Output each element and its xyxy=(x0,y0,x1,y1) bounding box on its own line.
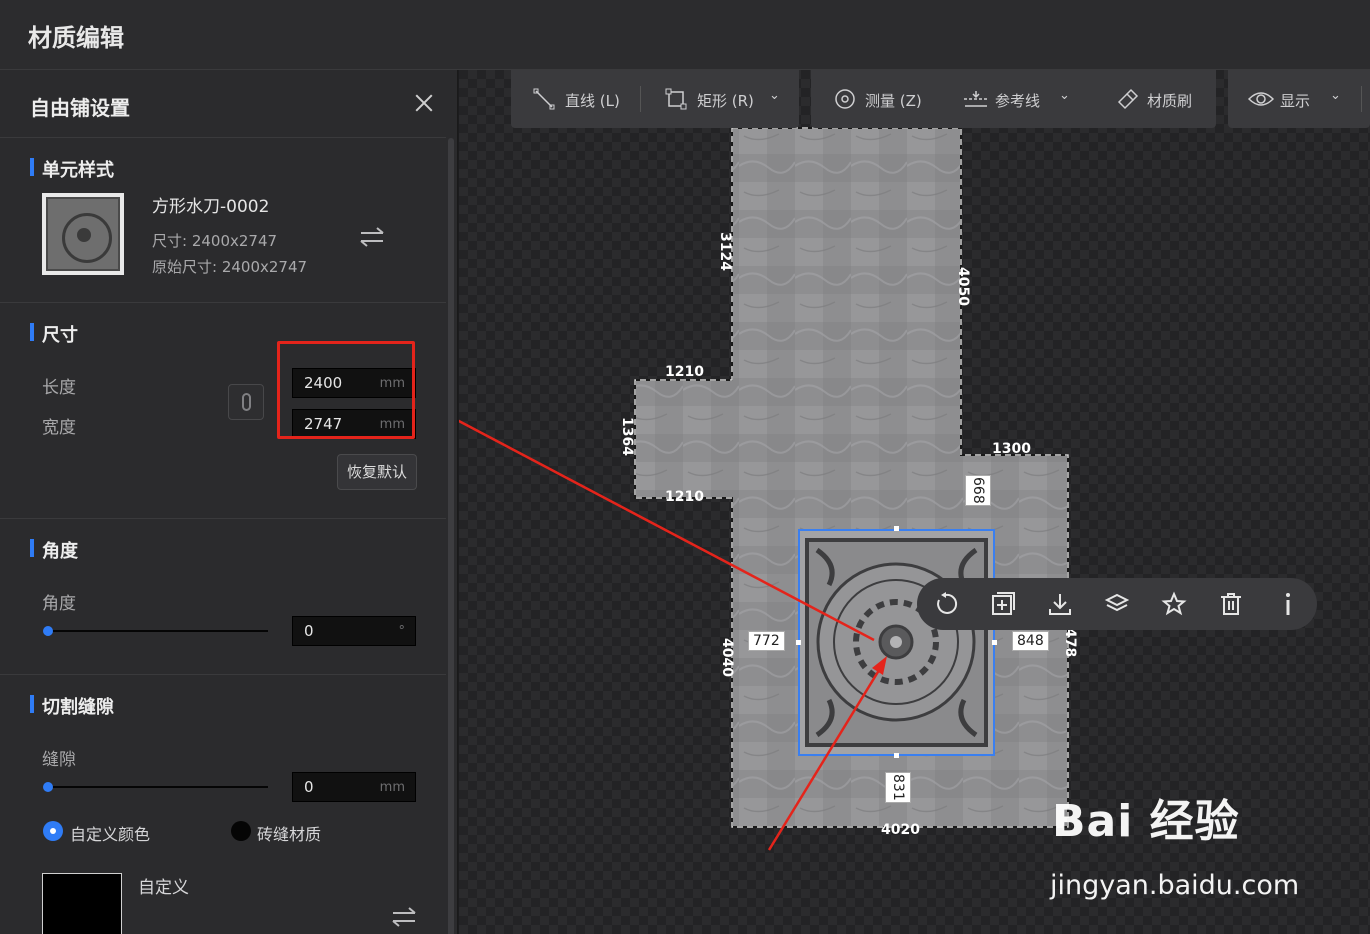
tool-line[interactable]: 直线 (L) xyxy=(533,88,623,110)
tool-display-label: 显示 xyxy=(1280,92,1311,110)
draw-toolbar: 直线 (L) 矩形 (R) ⌄ xyxy=(511,70,799,128)
medallion-tile[interactable] xyxy=(796,526,997,758)
gap-unit: mm xyxy=(379,780,405,795)
title-bar: 材质编辑 xyxy=(0,0,1370,70)
dim-label: 3124 xyxy=(717,232,733,271)
rect-icon xyxy=(665,88,687,110)
width-label: 宽度 xyxy=(42,418,76,438)
tool-line-label: 直线 (L) xyxy=(565,92,620,110)
chevron-down-icon[interactable]: ⌄ xyxy=(1330,88,1341,103)
dim-label: 478 xyxy=(1062,628,1078,658)
tool-measure[interactable]: 测量 (Z) xyxy=(833,88,923,110)
info-icon[interactable] xyxy=(1275,591,1301,617)
divider xyxy=(0,674,446,675)
angle-slider-track[interactable] xyxy=(48,630,268,632)
section-dimensions: 尺寸 xyxy=(30,321,78,347)
material-original-size: 原始尺寸: 2400x2747 xyxy=(152,258,308,276)
dim-label: 4050 xyxy=(955,267,971,306)
section-angle: 角度 xyxy=(30,537,78,563)
line-icon xyxy=(533,88,555,110)
baidu-watermark-logo: Bai 经验 xyxy=(1052,796,1240,847)
material-thumbnail[interactable] xyxy=(42,193,124,275)
dim-label: 1210 xyxy=(665,489,704,505)
display-toolbar: 显示 ⌄ xyxy=(1228,70,1370,128)
eye-icon xyxy=(1248,92,1274,106)
chevron-down-icon[interactable]: ⌄ xyxy=(1059,88,1070,103)
guide-icon xyxy=(964,91,988,107)
angle-label: 角度 xyxy=(42,594,76,614)
swap-color-icon[interactable] xyxy=(390,906,418,928)
tool-rect-label: 矩形 (R) xyxy=(697,92,754,110)
gap-label: 缝隙 xyxy=(42,750,76,770)
material-name: 方形水刀-0002 xyxy=(152,197,270,217)
swap-material-icon[interactable] xyxy=(358,226,386,248)
angle-input[interactable]: 0 ° xyxy=(292,616,416,646)
dim-box: 668 xyxy=(965,475,991,506)
dim-box: 848 xyxy=(1012,631,1049,651)
dim-label: 1300 xyxy=(992,441,1031,457)
separator xyxy=(640,86,641,112)
angle-slider-knob[interactable] xyxy=(43,626,53,636)
custom-color-label: 自定义颜色 xyxy=(70,825,151,844)
baidu-watermark-url: jingyan.baidu.com xyxy=(1050,870,1300,901)
dim-label: 4040 xyxy=(719,638,735,677)
star-icon[interactable] xyxy=(1161,591,1187,617)
layers-icon[interactable] xyxy=(1104,591,1130,617)
custom-label: 自定义 xyxy=(138,878,189,898)
highlight-box xyxy=(277,341,415,439)
dim-box: 772 xyxy=(748,631,785,651)
material-size: 尺寸: 2400x2747 xyxy=(152,232,278,250)
custom-color-swatch[interactable] xyxy=(42,873,122,934)
panel-scrollbar[interactable] xyxy=(448,138,454,934)
divider xyxy=(0,302,446,303)
panel-title: 自由铺设置 xyxy=(30,96,130,120)
app-root: 材质编辑 自由铺设置 单元样式 方形水刀-0002 尺寸: 2400x2747 … xyxy=(0,0,1370,934)
section-cut-gap: 切割缝隙 xyxy=(30,693,114,719)
dim-box: 831 xyxy=(885,772,911,803)
download-icon[interactable] xyxy=(1047,591,1073,617)
gap-input[interactable]: 0 mm xyxy=(292,772,416,802)
dim-label: 1210 xyxy=(665,364,704,380)
add-icon[interactable] xyxy=(990,591,1016,617)
delete-icon[interactable] xyxy=(1218,591,1244,617)
app-title: 材质编辑 xyxy=(28,24,124,52)
tool-guide[interactable]: 参考线 ⌄ xyxy=(963,88,1075,110)
brush-icon xyxy=(1117,88,1139,110)
link-icon xyxy=(242,393,251,411)
angle-unit: ° xyxy=(398,624,406,639)
radio-joint-material[interactable] xyxy=(231,821,251,841)
radio-custom-color[interactable] xyxy=(43,821,63,841)
tool-material-brush[interactable]: 材质刷 xyxy=(1115,88,1205,110)
dim-label: 4020 xyxy=(881,822,920,838)
chevron-down-icon[interactable]: ⌄ xyxy=(769,88,780,103)
separator xyxy=(1361,86,1362,112)
gap-value: 0 xyxy=(304,778,314,796)
measure-icon xyxy=(835,89,855,109)
divider xyxy=(0,518,446,519)
rotate-icon[interactable] xyxy=(933,591,959,617)
reset-default-button[interactable]: 恢复默认 xyxy=(337,454,417,490)
tool-guide-label: 参考线 xyxy=(995,92,1041,110)
tool-display[interactable]: 显示 ⌄ xyxy=(1248,88,1360,110)
gap-slider-track[interactable] xyxy=(48,786,268,788)
panel-header: 自由铺设置 xyxy=(0,70,446,138)
joint-material-label: 砖缝材质 xyxy=(257,825,322,844)
gap-slider-knob[interactable] xyxy=(43,782,53,792)
length-label: 长度 xyxy=(42,378,76,398)
measure-toolbar: 测量 (Z) 参考线 ⌄ 材质刷 xyxy=(811,70,1216,128)
settings-panel: 自由铺设置 单元样式 方形水刀-0002 尺寸: 2400x2747 原始尺寸:… xyxy=(0,70,458,934)
section-unit-style: 单元样式 xyxy=(30,156,114,182)
selection-action-bar xyxy=(917,578,1317,630)
tool-measure-label: 测量 (Z) xyxy=(865,92,922,110)
dim-label: 1364 xyxy=(619,417,635,456)
tool-rect[interactable]: 矩形 (R) ⌄ xyxy=(665,88,785,110)
angle-value: 0 xyxy=(304,622,314,640)
lock-ratio-button[interactable] xyxy=(228,384,264,420)
close-icon[interactable] xyxy=(410,90,438,118)
tool-brush-label: 材质刷 xyxy=(1147,92,1193,110)
